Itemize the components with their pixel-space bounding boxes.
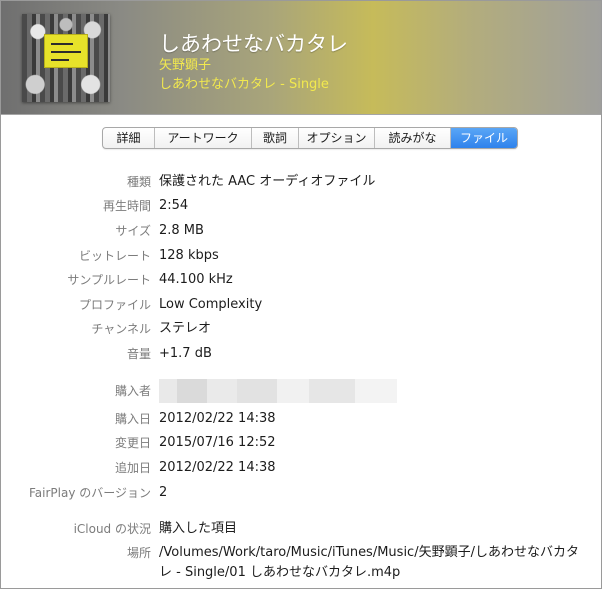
- icloud-status-value: 購入した項目: [159, 521, 238, 536]
- location-label: 場所: [126, 546, 151, 560]
- volume-value: +1.7 dB: [159, 346, 212, 361]
- profile-value: Low Complexity: [159, 297, 263, 312]
- duration-label: 再生時間: [102, 199, 151, 213]
- profile-label: プロファイル: [78, 298, 151, 312]
- size-label: サイズ: [115, 224, 151, 238]
- info-row-modified-date: 変更日 2015/07/16 12:52: [1, 434, 601, 452]
- info-row-location: 場所 /Volumes/Work/taro/Music/iTunes/Music…: [1, 544, 601, 580]
- artwork-text-line: [51, 43, 73, 45]
- purchase-date-label: 購入日: [114, 412, 151, 426]
- purchaser-redacted-value: [159, 379, 397, 403]
- info-window: しあわせなバカタレ 矢野顕子 しあわせなバカタレ - Single 詳細 アート…: [0, 0, 602, 589]
- tab-options[interactable]: オプション: [299, 128, 375, 148]
- purchaser-label: 購入者: [114, 384, 151, 398]
- location-value: /Volumes/Work/taro/Music/iTunes/Music/矢野…: [159, 545, 579, 580]
- size-value: 2.8 MB: [159, 223, 204, 238]
- kind-value: 保護された AAC オーディオファイル: [159, 174, 376, 189]
- info-row-added-date: 追加日 2012/02/22 14:38: [1, 459, 601, 477]
- info-row-size: サイズ 2.8 MB: [1, 222, 601, 240]
- tab-artwork[interactable]: アートワーク: [155, 128, 252, 148]
- duration-value: 2:54: [159, 198, 189, 213]
- added-date-value: 2012/02/22 14:38: [159, 460, 276, 475]
- info-row-fairplay-version: FairPlay のバージョン 2: [1, 484, 601, 502]
- modified-date-label: 変更日: [114, 436, 151, 450]
- tab-details[interactable]: 詳細: [103, 128, 155, 148]
- sample-rate-label: サンプルレート: [67, 273, 151, 287]
- icloud-status-label: iCloud の状況: [73, 522, 151, 536]
- header: しあわせなバカタレ 矢野顕子 しあわせなバカタレ - Single: [1, 1, 601, 115]
- channels-value: ステレオ: [159, 321, 212, 336]
- info-row-sample-rate: サンプルレート 44.100 kHz: [1, 271, 601, 289]
- info-row-bitrate: ビットレート 128 kbps: [1, 247, 601, 265]
- artwork-text-line: [51, 59, 69, 61]
- modified-date-value: 2015/07/16 12:52: [159, 435, 276, 450]
- album-artwork-label: [44, 34, 88, 68]
- sample-rate-value: 44.100 kHz: [159, 272, 233, 287]
- kind-label: 種類: [126, 175, 151, 189]
- info-row-volume: 音量 +1.7 dB: [1, 345, 601, 363]
- info-row-channels: チャンネル ステレオ: [1, 320, 601, 338]
- artwork-text-line: [51, 51, 81, 53]
- tab-lyrics[interactable]: 歌詞: [252, 128, 299, 148]
- bitrate-label: ビットレート: [78, 249, 151, 263]
- bitrate-value: 128 kbps: [159, 248, 219, 263]
- tab-sorting[interactable]: 読みがな: [375, 128, 451, 148]
- info-row-purchase-date: 購入日 2012/02/22 14:38: [1, 410, 601, 428]
- info-row-duration: 再生時間 2:54: [1, 197, 601, 215]
- info-row-profile: プロファイル Low Complexity: [1, 296, 601, 314]
- added-date-label: 追加日: [114, 461, 151, 475]
- info-row-icloud-status: iCloud の状況 購入した項目: [1, 520, 601, 538]
- purchase-date-value: 2012/02/22 14:38: [159, 411, 276, 426]
- info-row-purchaser: 購入者: [1, 379, 601, 403]
- info-row-kind: 種類 保護された AAC オーディオファイル: [1, 173, 601, 191]
- channels-label: チャンネル: [91, 322, 151, 336]
- album-artwork: [22, 14, 110, 102]
- tab-bar: 詳細 アートワーク 歌詞 オプション 読みがな ファイル: [102, 127, 518, 149]
- artist-name: 矢野顕子: [159, 58, 212, 73]
- album-name: しあわせなバカタレ - Single: [159, 77, 329, 92]
- fairplay-version-label: FairPlay のバージョン: [28, 486, 151, 500]
- fairplay-version-value: 2: [159, 485, 168, 500]
- volume-label: 音量: [126, 347, 151, 361]
- tab-file[interactable]: ファイル: [451, 128, 517, 148]
